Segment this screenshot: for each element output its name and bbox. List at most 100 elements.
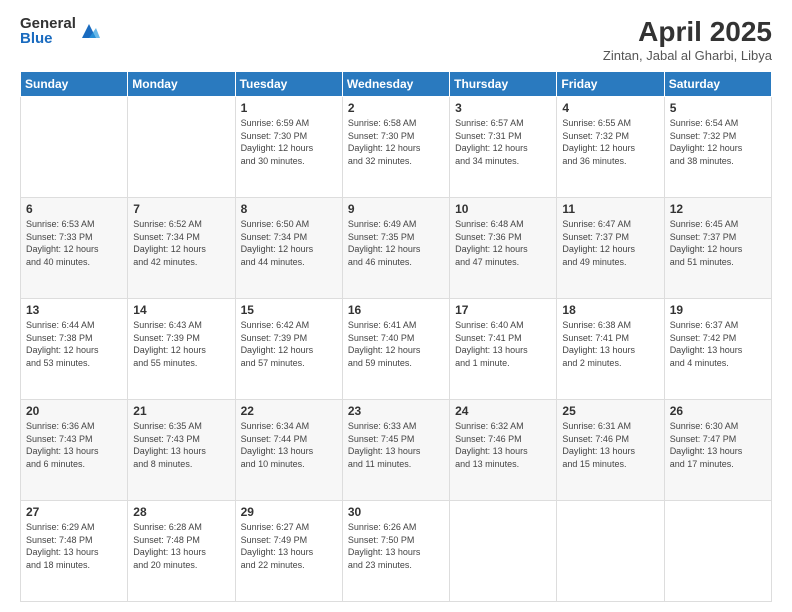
day-number: 17: [455, 303, 551, 317]
day-detail: Sunrise: 6:27 AM Sunset: 7:49 PM Dayligh…: [241, 522, 314, 570]
day-detail: Sunrise: 6:53 AM Sunset: 7:33 PM Dayligh…: [26, 219, 99, 267]
calendar-cell: 7 Sunrise: 6:52 AM Sunset: 7:34 PM Daylig…: [128, 198, 235, 299]
calendar-title: April 2025: [603, 16, 772, 48]
day-number: 18: [562, 303, 658, 317]
calendar-cell: 13 Sunrise: 6:44 AM Sunset: 7:38 PM Dayli…: [21, 299, 128, 400]
calendar-cell: 24 Sunrise: 6:32 AM Sunset: 7:46 PM Dayli…: [450, 400, 557, 501]
day-number: 30: [348, 505, 444, 519]
calendar-cell: [664, 501, 771, 602]
calendar-cell: 21 Sunrise: 6:35 AM Sunset: 7:43 PM Dayli…: [128, 400, 235, 501]
day-detail: Sunrise: 6:35 AM Sunset: 7:43 PM Dayligh…: [133, 421, 206, 469]
day-number: 29: [241, 505, 337, 519]
day-detail: Sunrise: 6:32 AM Sunset: 7:46 PM Dayligh…: [455, 421, 528, 469]
calendar-week-row: 20 Sunrise: 6:36 AM Sunset: 7:43 PM Dayli…: [21, 400, 772, 501]
day-number: 27: [26, 505, 122, 519]
calendar-week-row: 6 Sunrise: 6:53 AM Sunset: 7:33 PM Daylig…: [21, 198, 772, 299]
day-number: 20: [26, 404, 122, 418]
weekday-header: Friday: [557, 72, 664, 97]
day-detail: Sunrise: 6:30 AM Sunset: 7:47 PM Dayligh…: [670, 421, 743, 469]
calendar-cell: 10 Sunrise: 6:48 AM Sunset: 7:36 PM Dayli…: [450, 198, 557, 299]
day-detail: Sunrise: 6:44 AM Sunset: 7:38 PM Dayligh…: [26, 320, 99, 368]
logo-general: General: [20, 16, 76, 31]
day-number: 9: [348, 202, 444, 216]
calendar-cell: 25Sunrise: 6:31 AM Sunset: 7:46 PM Dayli…: [557, 400, 664, 501]
day-number: 1: [241, 101, 337, 115]
day-number: 7: [133, 202, 229, 216]
calendar-cell: 30 Sunrise: 6:26 AM Sunset: 7:50 PM Dayli…: [342, 501, 449, 602]
calendar-cell: 16 Sunrise: 6:41 AM Sunset: 7:40 PM Dayli…: [342, 299, 449, 400]
calendar-table: SundayMondayTuesdayWednesdayThursdayFrid…: [20, 71, 772, 602]
title-block: April 2025 Zintan, Jabal al Gharbi, Liby…: [603, 16, 772, 63]
calendar-cell: 14Sunrise: 6:43 AM Sunset: 7:39 PM Dayli…: [128, 299, 235, 400]
calendar-cell: 18Sunrise: 6:38 AM Sunset: 7:41 PM Dayli…: [557, 299, 664, 400]
day-detail: Sunrise: 6:41 AM Sunset: 7:40 PM Dayligh…: [348, 320, 421, 368]
day-detail: Sunrise: 6:49 AM Sunset: 7:35 PM Dayligh…: [348, 219, 421, 267]
day-detail: Sunrise: 6:29 AM Sunset: 7:48 PM Dayligh…: [26, 522, 99, 570]
day-detail: Sunrise: 6:42 AM Sunset: 7:39 PM Dayligh…: [241, 320, 314, 368]
weekday-header: Saturday: [664, 72, 771, 97]
calendar-cell: [128, 97, 235, 198]
calendar-cell: 12 Sunrise: 6:45 AM Sunset: 7:37 PM Dayli…: [664, 198, 771, 299]
calendar-cell: 8Sunrise: 6:50 AM Sunset: 7:34 PM Daylig…: [235, 198, 342, 299]
day-detail: Sunrise: 6:34 AM Sunset: 7:44 PM Dayligh…: [241, 421, 314, 469]
day-number: 15: [241, 303, 337, 317]
day-detail: Sunrise: 6:36 AM Sunset: 7:43 PM Dayligh…: [26, 421, 99, 469]
weekday-header: Sunday: [21, 72, 128, 97]
day-detail: Sunrise: 6:58 AM Sunset: 7:30 PM Dayligh…: [348, 118, 421, 166]
day-number: 3: [455, 101, 551, 115]
calendar-cell: 29 Sunrise: 6:27 AM Sunset: 7:49 PM Dayli…: [235, 501, 342, 602]
day-number: 2: [348, 101, 444, 115]
logo: General Blue: [20, 16, 100, 46]
calendar-cell: 27 Sunrise: 6:29 AM Sunset: 7:48 PM Dayli…: [21, 501, 128, 602]
day-number: 11: [562, 202, 658, 216]
calendar-cell: 17Sunrise: 6:40 AM Sunset: 7:41 PM Dayli…: [450, 299, 557, 400]
calendar-week-row: 27 Sunrise: 6:29 AM Sunset: 7:48 PM Dayli…: [21, 501, 772, 602]
weekday-header: Thursday: [450, 72, 557, 97]
calendar-cell: [450, 501, 557, 602]
page-header: General Blue April 2025 Zintan, Jabal al…: [20, 16, 772, 63]
day-number: 13: [26, 303, 122, 317]
day-number: 4: [562, 101, 658, 115]
day-detail: Sunrise: 6:45 AM Sunset: 7:37 PM Dayligh…: [670, 219, 743, 267]
day-number: 5: [670, 101, 766, 115]
calendar-cell: 15 Sunrise: 6:42 AM Sunset: 7:39 PM Dayli…: [235, 299, 342, 400]
logo-icon: [78, 20, 100, 42]
day-detail: Sunrise: 6:59 AM Sunset: 7:30 PM Dayligh…: [241, 118, 314, 166]
day-detail: Sunrise: 6:33 AM Sunset: 7:45 PM Dayligh…: [348, 421, 421, 469]
calendar-week-row: 1 Sunrise: 6:59 AM Sunset: 7:30 PM Daylig…: [21, 97, 772, 198]
day-number: 10: [455, 202, 551, 216]
day-detail: Sunrise: 6:48 AM Sunset: 7:36 PM Dayligh…: [455, 219, 528, 267]
day-detail: Sunrise: 6:26 AM Sunset: 7:50 PM Dayligh…: [348, 522, 421, 570]
logo-blue: Blue: [20, 31, 76, 46]
calendar-cell: 26Sunrise: 6:30 AM Sunset: 7:47 PM Dayli…: [664, 400, 771, 501]
weekday-header: Wednesday: [342, 72, 449, 97]
day-detail: Sunrise: 6:47 AM Sunset: 7:37 PM Dayligh…: [562, 219, 635, 267]
calendar-cell: 23Sunrise: 6:33 AM Sunset: 7:45 PM Dayli…: [342, 400, 449, 501]
day-detail: Sunrise: 6:57 AM Sunset: 7:31 PM Dayligh…: [455, 118, 528, 166]
calendar-cell: 22Sunrise: 6:34 AM Sunset: 7:44 PM Dayli…: [235, 400, 342, 501]
day-number: 21: [133, 404, 229, 418]
calendar-cell: 1 Sunrise: 6:59 AM Sunset: 7:30 PM Daylig…: [235, 97, 342, 198]
day-detail: Sunrise: 6:37 AM Sunset: 7:42 PM Dayligh…: [670, 320, 743, 368]
day-number: 6: [26, 202, 122, 216]
calendar-cell: 5 Sunrise: 6:54 AM Sunset: 7:32 PM Daylig…: [664, 97, 771, 198]
day-number: 24: [455, 404, 551, 418]
calendar-cell: 28Sunrise: 6:28 AM Sunset: 7:48 PM Dayli…: [128, 501, 235, 602]
calendar-cell: 3 Sunrise: 6:57 AM Sunset: 7:31 PM Daylig…: [450, 97, 557, 198]
weekday-header: Monday: [128, 72, 235, 97]
day-number: 25: [562, 404, 658, 418]
day-number: 12: [670, 202, 766, 216]
calendar-cell: 19Sunrise: 6:37 AM Sunset: 7:42 PM Dayli…: [664, 299, 771, 400]
calendar-subtitle: Zintan, Jabal al Gharbi, Libya: [603, 48, 772, 63]
day-number: 14: [133, 303, 229, 317]
calendar-cell: 9 Sunrise: 6:49 AM Sunset: 7:35 PM Daylig…: [342, 198, 449, 299]
day-detail: Sunrise: 6:55 AM Sunset: 7:32 PM Dayligh…: [562, 118, 635, 166]
day-number: 16: [348, 303, 444, 317]
calendar-week-row: 13 Sunrise: 6:44 AM Sunset: 7:38 PM Dayli…: [21, 299, 772, 400]
day-detail: Sunrise: 6:52 AM Sunset: 7:34 PM Dayligh…: [133, 219, 206, 267]
calendar-cell: 6 Sunrise: 6:53 AM Sunset: 7:33 PM Daylig…: [21, 198, 128, 299]
day-detail: Sunrise: 6:50 AM Sunset: 7:34 PM Dayligh…: [241, 219, 314, 267]
day-number: 28: [133, 505, 229, 519]
day-detail: Sunrise: 6:54 AM Sunset: 7:32 PM Dayligh…: [670, 118, 743, 166]
weekday-header: Tuesday: [235, 72, 342, 97]
